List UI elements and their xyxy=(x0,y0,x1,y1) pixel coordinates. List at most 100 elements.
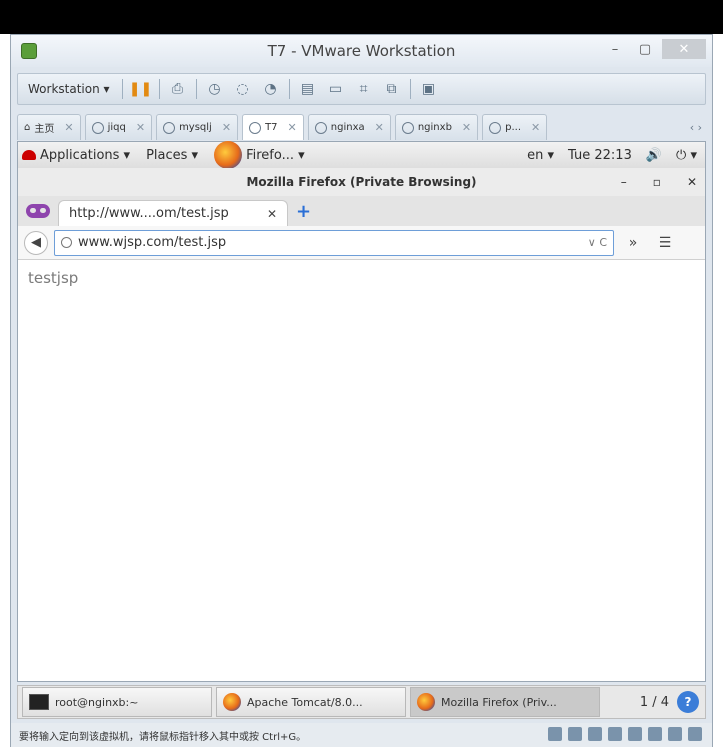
taskbar-item-terminal[interactable]: root@nginxb:~ xyxy=(22,687,212,717)
firefox-tab-label: http://www....om/test.jsp xyxy=(69,206,229,221)
vm-icon xyxy=(91,121,104,134)
vm-tab-label: p... xyxy=(505,122,522,133)
close-icon[interactable]: ✕ xyxy=(136,121,145,134)
firefox-launcher[interactable]: Firefo... ▾ xyxy=(214,141,305,169)
print-icon[interactable]: ⎙ xyxy=(168,80,188,98)
vm-tab-label: nginxa xyxy=(330,122,365,133)
vm-tab[interactable]: nginxa ✕ xyxy=(307,114,391,140)
sound-icon[interactable] xyxy=(628,727,642,741)
pause-icon[interactable]: ❚❚ xyxy=(129,80,152,98)
close-button[interactable]: ✕ xyxy=(662,39,706,59)
firefox-launcher-label: Firefo... ▾ xyxy=(246,147,305,163)
power-icon[interactable]: ⏻ ▾ xyxy=(676,148,697,163)
vm-tab-strip: ⌂ 主页 ✕ jiqq ✕ mysqlj ✕ T7 ✕ nginxa ✕ ngi… xyxy=(17,113,706,141)
close-icon[interactable]: ✕ xyxy=(267,207,277,221)
url-bar[interactable]: www.wjsp.com/test.jsp ∨ C xyxy=(54,229,614,256)
vmware-statusbar: 要将输入定向到该虚拟机，请将鼠标指针移入其中或按 Ctrl+G。 xyxy=(11,723,712,747)
close-icon[interactable]: ✕ xyxy=(288,121,297,134)
guest-screen[interactable]: Applications ▾ Places ▾ Firefo... ▾ en ▾… xyxy=(17,141,706,682)
toolbar-separator xyxy=(409,79,411,99)
back-button[interactable]: ◀ xyxy=(24,230,48,255)
display-icon[interactable] xyxy=(668,727,682,741)
firefox-close-button[interactable]: ✕ xyxy=(687,175,697,189)
unity-icon[interactable]: ⧉ xyxy=(382,80,402,98)
firefox-icon xyxy=(223,693,241,711)
cdrom-icon[interactable] xyxy=(568,727,582,741)
vmware-titlebar: T7 - VMware Workstation – ▢ ✕ xyxy=(11,35,712,67)
fullscreen-icon[interactable]: ⌗ xyxy=(354,80,374,98)
toolbar-separator xyxy=(288,79,290,99)
firefox-tab-strip: http://www....om/test.jsp ✕ + xyxy=(18,196,705,226)
firefox-maximize-button[interactable]: ▫ xyxy=(653,175,661,189)
close-icon[interactable]: ✕ xyxy=(531,121,540,134)
workstation-menu[interactable]: Workstation ▾ xyxy=(24,80,114,98)
terminal-icon xyxy=(29,694,49,710)
firefox-window-title: Mozilla Firefox (Private Browsing) xyxy=(246,175,477,189)
home-icon: ⌂ xyxy=(24,122,31,133)
reload-icon[interactable]: ∨ C xyxy=(588,236,607,249)
close-icon[interactable]: ✕ xyxy=(64,121,73,134)
close-icon[interactable]: ✕ xyxy=(375,121,384,134)
vmware-toolbar: Workstation ▾ ❚❚ ⎙ ◷ ◌ ◔ ▤ ▭ ⌗ ⧉ ▣ xyxy=(17,73,706,105)
applications-label: Applications ▾ xyxy=(40,147,131,163)
snapshot-manager-icon[interactable]: ◔ xyxy=(261,80,281,98)
vmware-window: T7 - VMware Workstation – ▢ ✕ Workstatio… xyxy=(10,34,713,747)
vmware-app-icon xyxy=(21,43,37,59)
network-icon[interactable] xyxy=(588,727,602,741)
firefox-icon xyxy=(214,141,243,169)
snapshot-icon[interactable]: ◷ xyxy=(205,80,225,98)
minimize-button[interactable]: – xyxy=(602,39,628,59)
top-black-bar xyxy=(0,0,723,34)
places-label: Places ▾ xyxy=(146,147,199,163)
vm-tab[interactable]: mysqlj ✕ xyxy=(156,114,239,140)
overflow-icon[interactable]: » xyxy=(620,235,646,251)
firefox-tab[interactable]: http://www....om/test.jsp ✕ xyxy=(58,200,288,226)
page-content: testjsp xyxy=(18,261,705,681)
vm-tab[interactable]: jiqq ✕ xyxy=(84,114,153,140)
view-console-icon[interactable]: ▭ xyxy=(326,80,346,98)
vm-tab[interactable]: p... ✕ xyxy=(482,114,548,140)
firefox-navbar: ◀ www.wjsp.com/test.jsp ∨ C » ☰ xyxy=(18,226,705,260)
places-menu[interactable]: Places ▾ xyxy=(146,148,198,163)
firefox-minimize-button[interactable]: – xyxy=(621,175,627,189)
clock[interactable]: Tue 22:13 xyxy=(568,148,632,163)
vm-icon xyxy=(314,121,327,134)
vm-icon xyxy=(401,121,414,134)
input-language[interactable]: en ▾ xyxy=(527,148,554,163)
taskbar-item-label: Apache Tomcat/8.0... xyxy=(247,695,363,709)
close-icon[interactable]: ✕ xyxy=(462,121,471,134)
applications-menu[interactable]: Applications ▾ xyxy=(18,148,130,163)
workspace-pager[interactable]: 1 / 4 ? xyxy=(640,691,705,713)
help-icon[interactable]: ? xyxy=(677,691,699,713)
workspace-pager-label: 1 / 4 xyxy=(639,694,669,710)
message-icon[interactable] xyxy=(688,727,702,741)
taskbar-item-firefox[interactable]: Mozilla Firefox (Priv... xyxy=(410,687,600,717)
harddisk-icon[interactable] xyxy=(548,727,562,741)
toolbar-separator xyxy=(158,79,160,99)
snapshot-restore-icon[interactable]: ◌ xyxy=(233,80,253,98)
tab-scroll-arrows[interactable]: ‹ › xyxy=(690,121,706,134)
maximize-button[interactable]: ▢ xyxy=(632,39,658,59)
vm-tab[interactable]: nginxb ✕ xyxy=(394,114,479,140)
vm-tab-label: 主页 xyxy=(34,124,55,135)
vm-tab-label: T7 xyxy=(265,122,278,133)
close-icon[interactable]: ✕ xyxy=(222,121,231,134)
url-text[interactable]: www.wjsp.com/test.jsp xyxy=(78,235,226,250)
vm-tab-label: nginxb xyxy=(417,122,452,133)
vm-tab-active[interactable]: T7 ✕ xyxy=(242,114,304,140)
toolbar-separator xyxy=(121,79,123,99)
library-icon[interactable]: ▣ xyxy=(419,80,439,98)
view-sidebar-icon[interactable]: ▤ xyxy=(298,80,318,98)
vm-tab-label: mysqlj xyxy=(179,122,212,133)
new-tab-button[interactable]: + xyxy=(296,201,311,222)
taskbar-item-tomcat[interactable]: Apache Tomcat/8.0... xyxy=(216,687,406,717)
printer-icon[interactable] xyxy=(648,727,662,741)
usb-icon[interactable] xyxy=(608,727,622,741)
menu-icon[interactable]: ☰ xyxy=(652,235,678,251)
vm-tab-home[interactable]: ⌂ 主页 ✕ xyxy=(17,114,81,140)
globe-icon xyxy=(61,237,72,248)
vm-icon xyxy=(489,121,502,134)
firefox-titlebar: Mozilla Firefox (Private Browsing) – ▫ ✕ xyxy=(18,168,705,196)
taskbar-item-label: root@nginxb:~ xyxy=(55,695,139,709)
volume-icon[interactable]: 🔊 xyxy=(646,148,662,163)
